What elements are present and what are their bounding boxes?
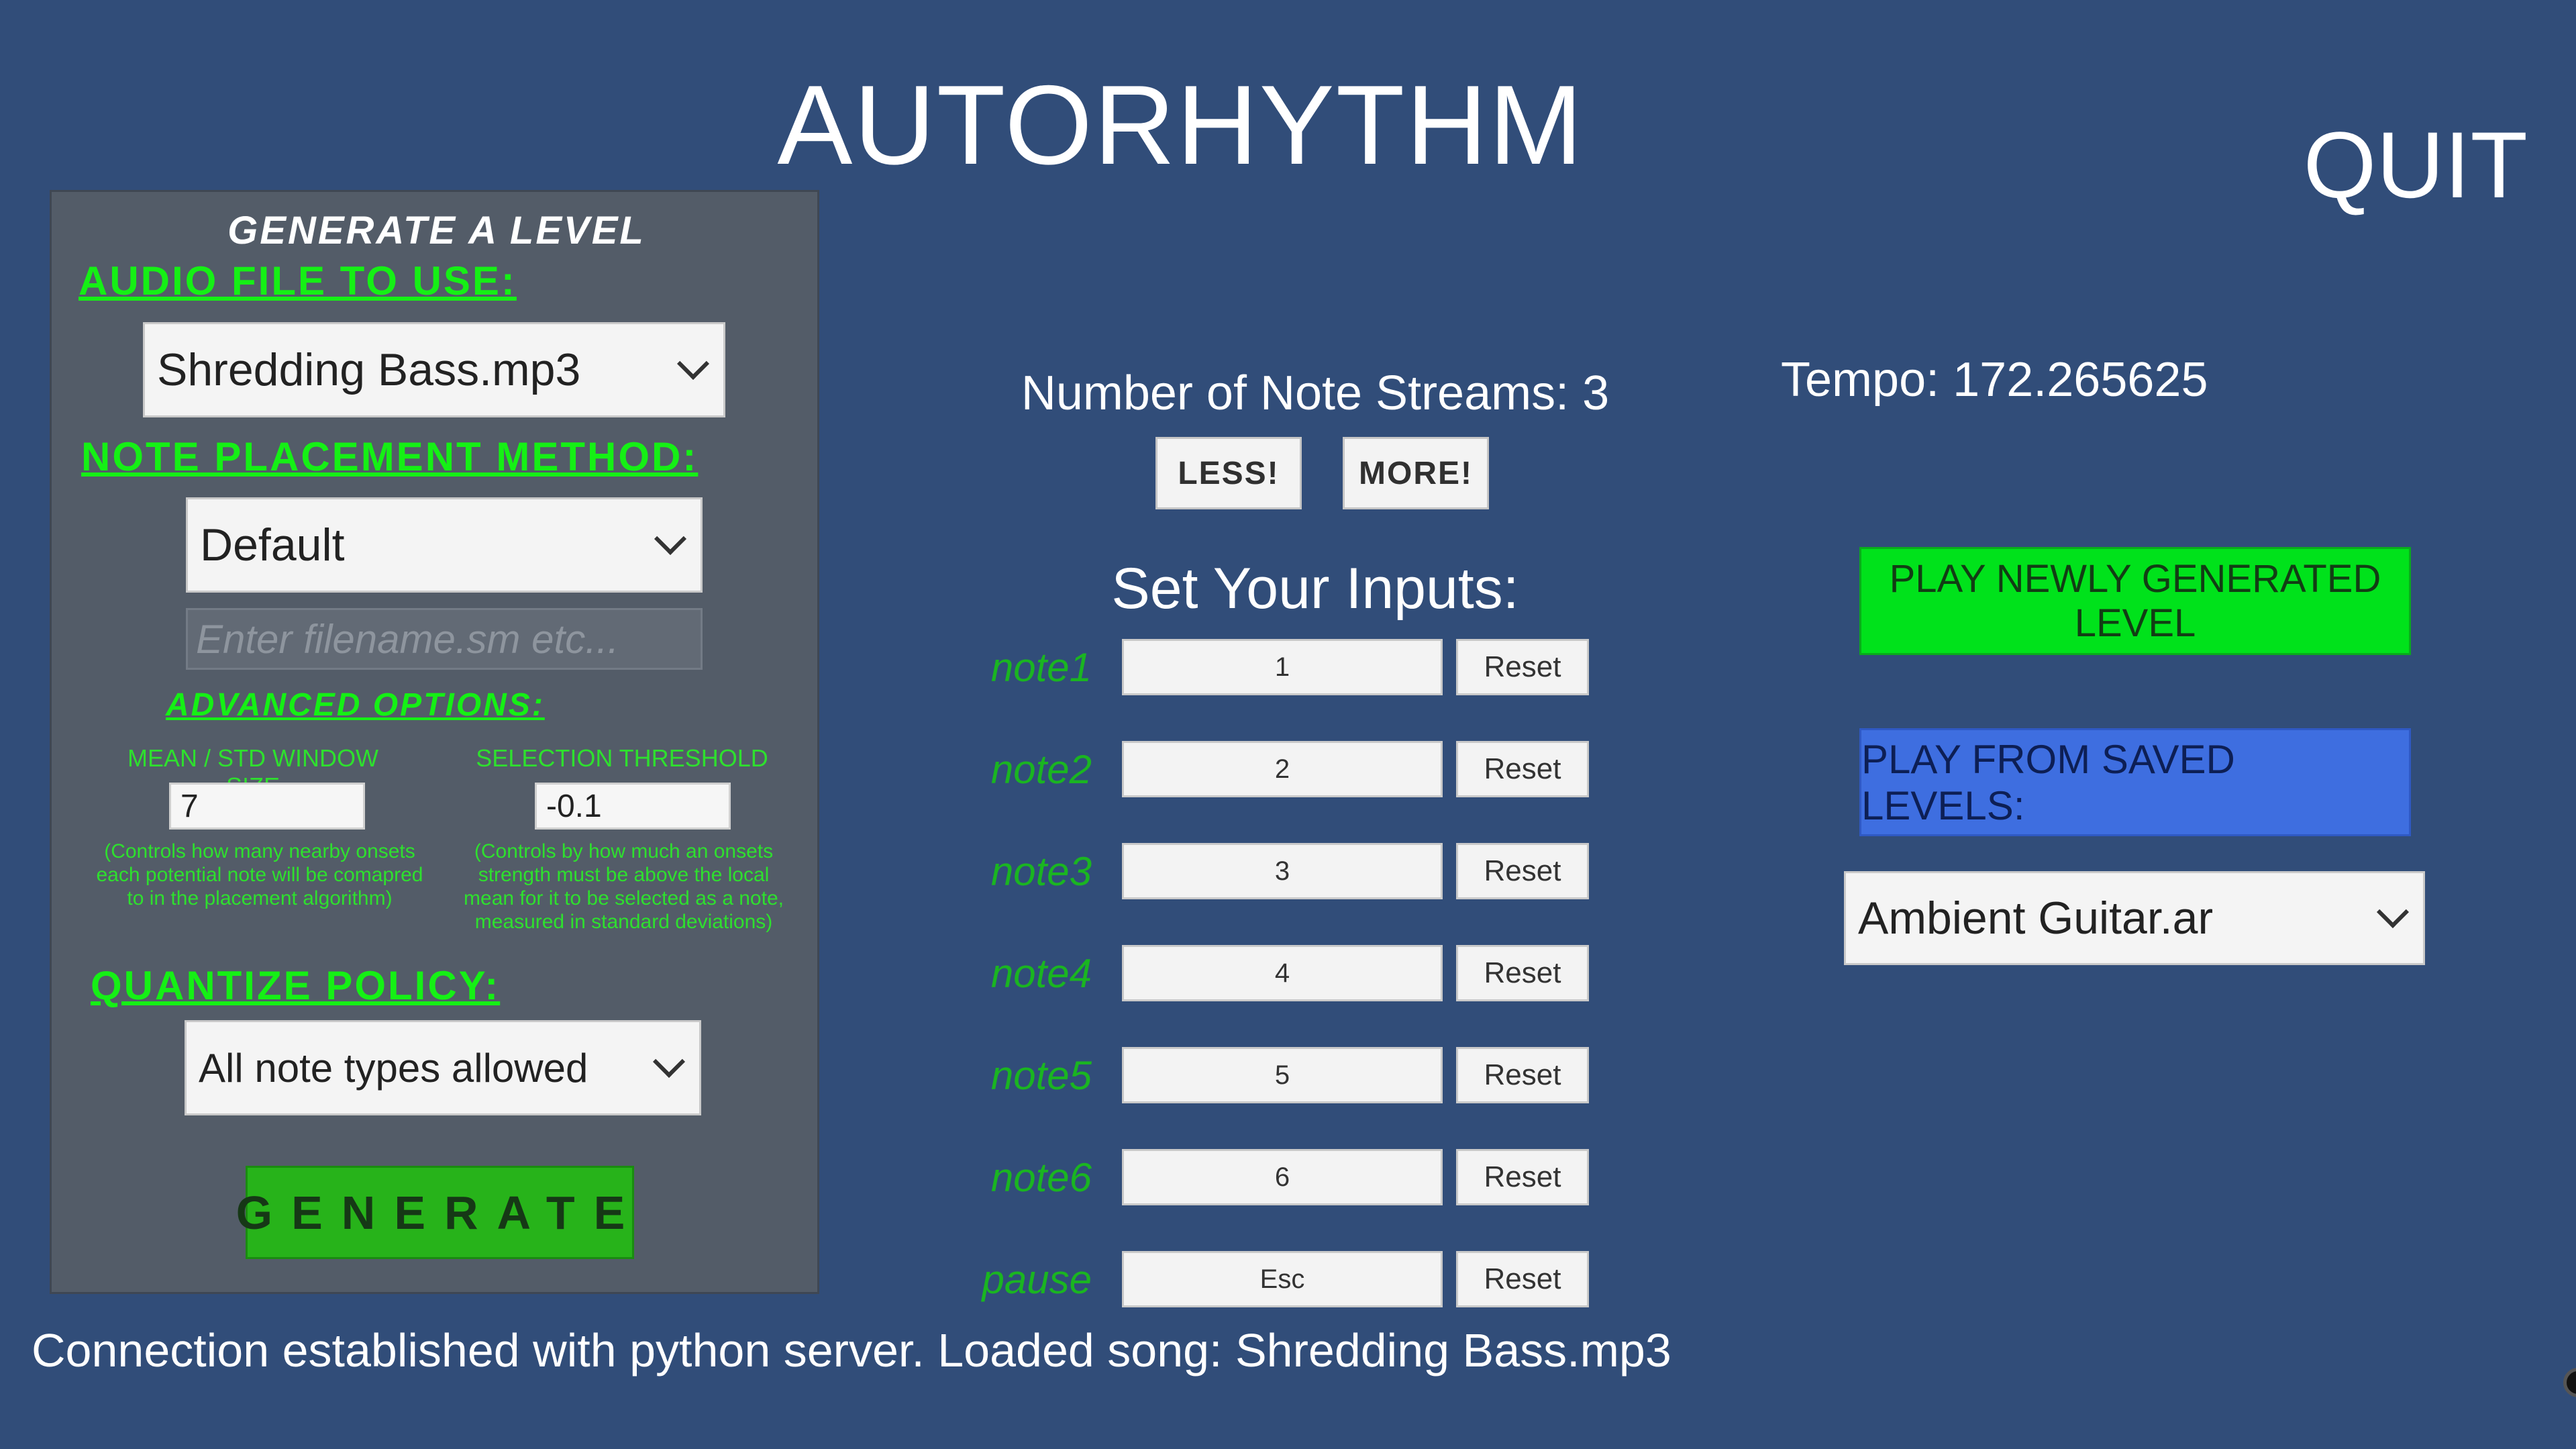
key-binding-field[interactable]: 1: [1122, 639, 1443, 695]
input-row-label: note3: [990, 849, 1092, 894]
reset-button[interactable]: Reset: [1456, 1149, 1589, 1205]
note-streams-label: Number of Note Streams: 3: [1021, 366, 1610, 420]
audio-file-dropdown[interactable]: Shredding Bass.mp3: [143, 322, 725, 417]
input-row-label: note1: [990, 645, 1092, 690]
generate-panel: GENERATE A LEVEL AUDIO FILE TO USE: Shre…: [50, 190, 819, 1294]
key-binding-field[interactable]: 2: [1122, 741, 1443, 797]
placement-method-selected: Default: [200, 519, 345, 570]
audio-file-selected: Shredding Bass.mp3: [157, 344, 581, 395]
input-row-label: note4: [990, 951, 1092, 996]
quantize-policy-selected: All note types allowed: [199, 1045, 588, 1091]
key-binding-field[interactable]: 6: [1122, 1149, 1443, 1205]
selection-threshold-help: (Controls by how much an onsets strength…: [464, 840, 784, 933]
reset-button[interactable]: Reset: [1456, 843, 1589, 899]
input-row-label: note5: [990, 1053, 1092, 1098]
window-size-help: (Controls how many nearby onsets each po…: [96, 840, 423, 909]
status-message: Connection established with python serve…: [32, 1324, 1671, 1377]
input-row-label: note2: [990, 747, 1092, 792]
input-row-label: pause: [982, 1257, 1092, 1302]
audio-file-heading: AUDIO FILE TO USE:: [79, 258, 517, 303]
chevron-down-icon: [676, 347, 710, 381]
reset-button[interactable]: Reset: [1456, 1047, 1589, 1103]
chevron-down-icon: [654, 522, 687, 556]
quantize-policy-dropdown[interactable]: All note types allowed: [185, 1020, 701, 1115]
key-binding-field[interactable]: 5: [1122, 1047, 1443, 1103]
corner-handle-icon[interactable]: [2563, 1368, 2576, 1397]
generate-button[interactable]: GENERATE: [236, 1166, 634, 1259]
quit-button[interactable]: QUIT: [2304, 111, 2528, 219]
selection-threshold-label: SELECTION THRESHOLD: [476, 744, 768, 772]
filename-input[interactable]: Enter filename.sm etc...: [186, 608, 703, 670]
window-size-input[interactable]: 7: [169, 783, 365, 830]
chevron-down-icon: [652, 1045, 686, 1079]
play-saved-levels-button[interactable]: PLAY FROM SAVED LEVELS:: [1859, 728, 2411, 836]
saved-level-selected: Ambient Guitar.ar: [1858, 893, 2214, 944]
reset-button[interactable]: Reset: [1456, 639, 1589, 695]
key-binding-field[interactable]: 4: [1122, 945, 1443, 1001]
filename-placeholder: Enter filename.sm etc...: [196, 616, 619, 662]
placement-method-dropdown[interactable]: Default: [186, 497, 703, 593]
play-new-level-button[interactable]: PLAY NEWLY GENERATED LEVEL: [1859, 547, 2411, 655]
set-inputs-heading: Set Your Inputs:: [1111, 556, 1519, 621]
quantize-policy-heading: QUANTIZE POLICY:: [91, 963, 501, 1008]
tempo-readout: Tempo: 172.265625: [1781, 353, 2208, 407]
advanced-options-heading: ADVANCED OPTIONS:: [166, 687, 545, 723]
key-binding-field[interactable]: 3: [1122, 843, 1443, 899]
saved-levels-dropdown[interactable]: Ambient Guitar.ar: [1844, 871, 2425, 965]
selection-threshold-input[interactable]: -0.1: [535, 783, 731, 830]
key-binding-field[interactable]: Esc: [1122, 1251, 1443, 1307]
panel-title: GENERATE A LEVEL: [227, 209, 646, 252]
reset-button[interactable]: Reset: [1456, 1251, 1589, 1307]
input-row-label: note6: [990, 1155, 1092, 1200]
less-streams-button[interactable]: LESS!: [1155, 437, 1302, 509]
reset-button[interactable]: Reset: [1456, 945, 1589, 1001]
app-screen: AUTORHYTHM QUIT GENERATE A LEVEL AUDIO F…: [0, 0, 2576, 1449]
reset-button[interactable]: Reset: [1456, 741, 1589, 797]
chevron-down-icon: [2376, 895, 2410, 929]
app-title: AUTORHYTHM: [777, 62, 1584, 188]
more-streams-button[interactable]: MORE!: [1343, 437, 1489, 509]
note-placement-heading: NOTE PLACEMENT METHOD:: [81, 434, 699, 479]
